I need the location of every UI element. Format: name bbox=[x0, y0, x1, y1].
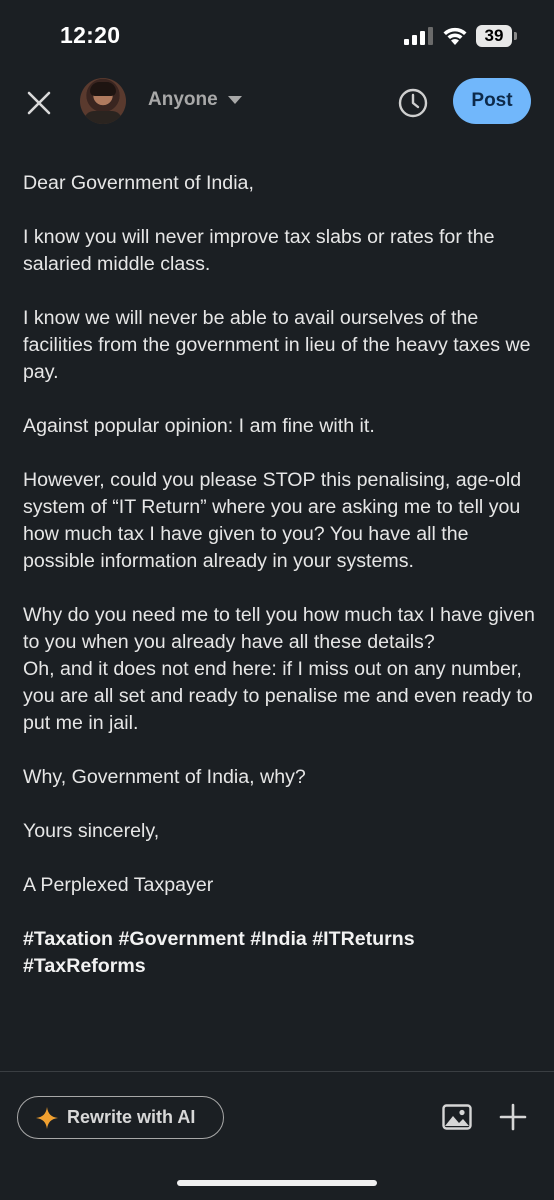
clock-icon[interactable] bbox=[396, 86, 430, 120]
visibility-dropdown[interactable]: Anyone bbox=[148, 89, 242, 111]
post-paragraph: I know you will never improve tax slabs … bbox=[23, 226, 495, 275]
plus-icon[interactable] bbox=[499, 1103, 527, 1131]
battery-indicator: 39 bbox=[476, 25, 518, 47]
visibility-label: Anyone bbox=[148, 89, 218, 110]
post-button[interactable]: Post bbox=[453, 78, 531, 124]
post-hashtags: #Taxation #Government #India #ITReturns … bbox=[23, 928, 415, 977]
image-icon[interactable] bbox=[442, 1104, 472, 1130]
avatar-hair bbox=[90, 82, 116, 96]
battery-tip bbox=[514, 32, 517, 40]
toolbar-divider bbox=[0, 1071, 554, 1072]
close-icon bbox=[27, 91, 51, 115]
post-paragraph: Why, Government of India, why? bbox=[23, 766, 306, 788]
post-paragraph: Why do you need me to tell you how much … bbox=[23, 604, 535, 734]
status-bar: 12:20 39 bbox=[0, 0, 554, 72]
status-time: 12:20 bbox=[60, 22, 121, 48]
rewrite-label: Rewrite with AI bbox=[67, 1107, 196, 1127]
rewrite-with-ai-button[interactable]: Rewrite with AI bbox=[17, 1096, 224, 1139]
post-text-editor[interactable]: Dear Government of India, I know you wil… bbox=[23, 170, 535, 1007]
composer-header: Anyone Post bbox=[0, 72, 554, 132]
post-paragraph: Against popular opinion: I am fine with … bbox=[23, 415, 375, 437]
signal-icon bbox=[404, 27, 433, 45]
avatar-shirt bbox=[84, 111, 122, 124]
post-paragraph: Yours sincerely, bbox=[23, 820, 160, 842]
caret-down-icon bbox=[227, 95, 242, 104]
post-paragraph: However, could you please STOP this pena… bbox=[23, 469, 522, 572]
wifi-icon bbox=[443, 27, 467, 45]
home-indicator bbox=[177, 1180, 377, 1186]
post-paragraph: Dear Government of India, bbox=[23, 172, 254, 194]
close-button[interactable] bbox=[20, 84, 58, 122]
sparkle-icon bbox=[36, 1106, 58, 1129]
avatar[interactable] bbox=[80, 78, 126, 124]
post-paragraph: I know we will never be able to avail ou… bbox=[23, 307, 531, 383]
battery-level: 39 bbox=[476, 25, 512, 47]
post-paragraph: A Perplexed Taxpayer bbox=[23, 874, 214, 896]
